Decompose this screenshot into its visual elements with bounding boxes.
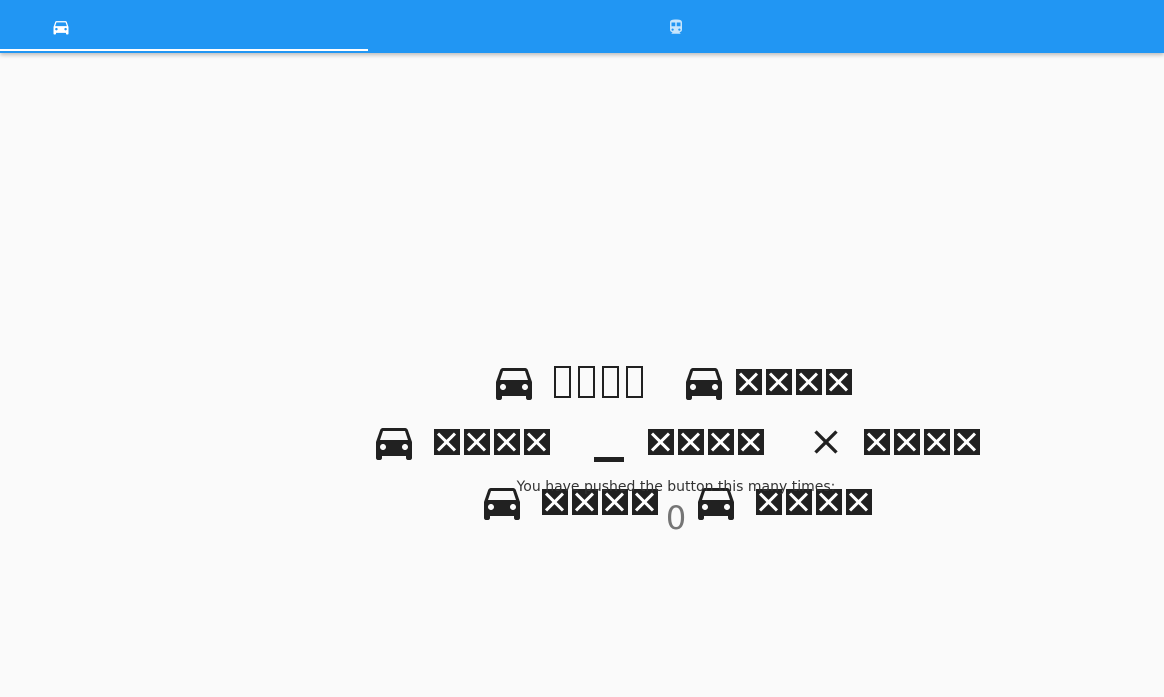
directions-car-icon [51,17,71,37]
tab-transit[interactable] [368,0,984,53]
tab-car[interactable] [0,0,368,53]
app-bar [0,0,1164,53]
tofu-glyph-boxes [434,429,554,455]
close-icon [806,422,846,462]
tab-indicator [0,49,368,51]
icon-row-2 [370,417,984,467]
counter-value: 0 [665,499,687,537]
directions-transit-icon [667,17,685,37]
directions-car-icon [680,358,728,406]
tofu-glyph-boxes [864,429,984,455]
missing-glyph-boxes [554,366,650,398]
tofu-glyph-boxes [648,429,768,455]
counter-caption: You have pushed the button this many tim… [516,479,836,495]
directions-car-icon [490,358,538,406]
minus-icon [594,456,624,462]
directions-car-icon [370,418,418,466]
icon-row-1 [490,357,856,407]
tofu-glyph-boxes [736,369,856,395]
